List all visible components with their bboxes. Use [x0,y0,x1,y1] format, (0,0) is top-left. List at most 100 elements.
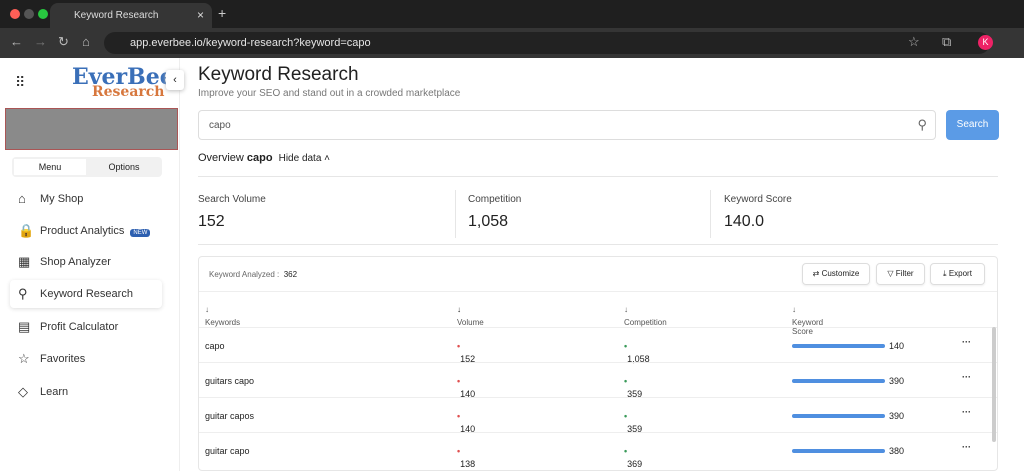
store-icon: ▦ [18,254,31,269]
keyword-score-bar [792,449,885,453]
keyword-score-bar [792,344,885,348]
keyword-score-cell: 140 [889,341,905,351]
label: Export [948,269,972,278]
keyword-score-cell: 380 [889,446,905,456]
stat-value: 1,058 [468,213,509,230]
browser-tab-bar: Keyword Research × + [0,0,1024,28]
competition-cell: • 1,058 [624,341,650,364]
keyword-score-bar [792,414,885,418]
hide-data-toggle[interactable]: Hide data ˄ [279,153,330,164]
keyword-score-cell: 390 [889,411,905,421]
logo-subtitle: Research [92,84,165,100]
table-row[interactable]: capo • 152 • 1,058 140 ··· [199,327,997,364]
close-tab-icon[interactable]: × [197,8,204,22]
keyword-cell: guitar capo [205,446,250,456]
label: Product Analytics [40,225,125,237]
table-header: Keywords ↓ Volume ↓ Competition ↓ Keywor… [199,291,997,336]
star-icon: ☆ [18,351,30,366]
divider [710,190,711,238]
status-dot: • [624,341,628,351]
new-tab-button[interactable]: + [218,5,226,21]
overview-label: Overview [198,152,244,164]
competition-cell: • 359 [624,376,642,399]
forward-icon[interactable]: → [34,34,47,49]
maximize-window-button[interactable] [38,9,48,19]
browser-tab[interactable]: Keyword Research × [50,3,212,28]
value: 138 [460,459,476,469]
more-options-icon[interactable]: ··· [962,442,971,452]
home-icon[interactable]: ⌂ [82,34,90,49]
stat-value: 152 [198,213,225,230]
column-header-volume[interactable]: Volume ↓ [457,305,484,327]
sidebar-item-shop-analyzer[interactable]: ▦ Shop Analyzer [10,248,162,276]
keyword-table: Keyword Analyzed : 362 ⇄ Customize ▽ Fil… [198,256,998,471]
minimize-window-button[interactable] [24,9,34,19]
collapse-sidebar-button[interactable]: ‹ [166,70,184,90]
back-icon[interactable]: ← [10,34,23,49]
volume-cell: • 138 [457,446,475,469]
shop-banner-redacted [5,108,178,150]
column-header-keyword-score[interactable]: Keyword Score ↓ [792,305,823,336]
value: 369 [627,459,643,469]
tab-menu[interactable]: Menu [14,159,86,175]
keywords-analyzed: Keyword Analyzed : 362 [209,270,297,279]
new-badge: NEW [130,229,151,237]
column-header-keywords[interactable]: Keywords ↓ [205,305,240,327]
count: 362 [283,270,298,279]
filter-button[interactable]: ▽ Filter [876,263,925,285]
sidebar-item-favorites[interactable]: ☆ Favorites [10,345,162,373]
table-row[interactable]: guitar capo • 138 • 369 380 ··· [199,432,997,469]
sidebar-item-my-shop[interactable]: ⌂ My Shop [10,185,162,213]
more-options-icon[interactable]: ··· [962,407,971,417]
stat-label: Competition [468,194,522,205]
volume-cell: • 140 [457,411,475,434]
sidebar-item-keyword-research[interactable]: ⚲ Keyword Research [10,280,162,308]
keyword-score-cell: 390 [889,376,905,386]
divider [455,190,456,238]
tab-options[interactable]: Options [88,159,160,175]
sidebar-item-product-analytics[interactable]: 🔒 Product Analytics NEW [10,217,162,245]
main-content: Keyword Research Improve your SEO and st… [198,58,999,471]
page-subtitle: Improve your SEO and stand out in a crow… [198,88,461,99]
search-icon[interactable]: ⚲ [917,117,927,133]
bookmark-star-icon[interactable]: ☆ [908,34,920,50]
keyword-score-bar [792,379,885,383]
table-row[interactable]: guitar capos • 140 • 359 390 ··· [199,397,997,434]
search-input[interactable]: capo ⚲ [198,110,936,140]
label: Customize [821,269,860,278]
volume-cell: • 140 [457,376,475,399]
sidebar-item-learn[interactable]: ◇ Learn [10,378,162,406]
more-options-icon[interactable]: ··· [962,372,971,382]
lock-icon: 🔒 [18,223,35,238]
table-scrollbar[interactable] [992,327,996,442]
search-button[interactable]: Search [946,110,999,140]
extensions-icon[interactable]: ⧉ [942,34,951,50]
competition-cell: • 369 [624,446,642,469]
label: My Shop [40,193,84,205]
url-input[interactable]: app.everbee.io/keyword-research?keyword=… [104,32,990,54]
table-row[interactable]: guitars capo • 140 • 359 390 ··· [199,362,997,399]
calculator-icon: ▤ [18,319,31,334]
reload-icon[interactable]: ↻ [58,34,69,50]
label: Profit Calculator [40,321,119,333]
sidebar: ⠿ EverBee Research ‹ Menu Options ⌂ My Sh… [0,58,184,471]
divider [198,244,998,245]
keyword-cell: guitars capo [205,376,255,386]
customize-button[interactable]: ⇄ Customize [802,263,870,285]
volume-cell: • 152 [457,341,475,364]
more-options-icon[interactable]: ··· [962,337,971,347]
menu-options-toggle: Menu Options [12,157,162,177]
page-title: Keyword Research [198,64,359,85]
hide-data-label: Hide data [278,153,322,164]
sidebar-item-profit-calculator[interactable]: ▤ Profit Calculator [10,313,162,341]
close-window-button[interactable] [10,9,20,19]
apps-grid-icon[interactable]: ⠿ [15,74,25,91]
profile-avatar[interactable]: K [978,35,993,50]
label: Keyword Research [40,288,133,300]
status-dot: • [457,376,461,386]
status-dot: • [624,446,628,456]
label: Competition [624,318,667,327]
column-header-competition[interactable]: Competition ↓ [624,305,667,327]
stat-keyword-score: Keyword Score 140.0 [724,194,792,231]
export-button[interactable]: ⤓ Export [930,263,985,285]
